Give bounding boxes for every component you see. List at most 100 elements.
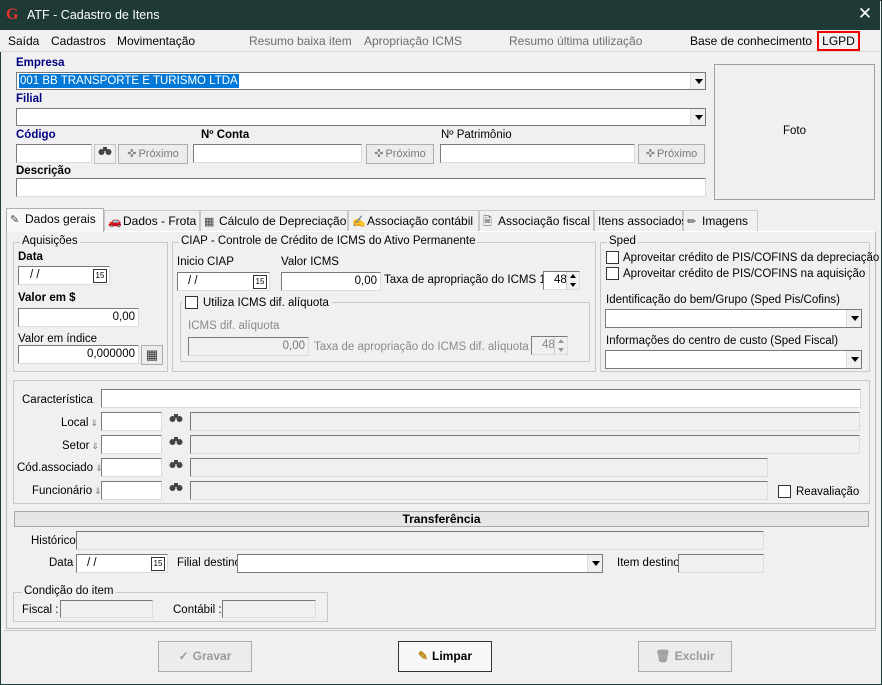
pis-cofins-aquisicao-checkbox[interactable] bbox=[606, 267, 619, 280]
codigo-proximo-button[interactable]: ✜ Próximo bbox=[118, 144, 188, 164]
historico-input bbox=[76, 531, 764, 550]
calendar-icon[interactable]: 15 bbox=[253, 275, 267, 289]
pencil-icon: ✎ bbox=[10, 214, 20, 226]
patrimonio-input[interactable] bbox=[440, 144, 635, 163]
indice-input[interactable]: 0,000000 bbox=[18, 345, 139, 364]
binoculars-icon[interactable] bbox=[165, 481, 187, 501]
ident-select[interactable] bbox=[605, 309, 862, 328]
excluir-button[interactable]: 🗑 Excluir bbox=[638, 641, 732, 672]
menu-cadastros[interactable]: Cadastros bbox=[51, 34, 106, 48]
paint-icon: ✏ bbox=[687, 216, 697, 228]
title-bar: G ATF - Cadastro de Itens ✕ bbox=[0, 0, 880, 30]
taxa-dif-spinner[interactable]: 48 bbox=[531, 336, 568, 355]
codigo-label: Código bbox=[16, 129, 56, 141]
photo-frame[interactable]: Foto bbox=[714, 64, 875, 200]
codigo-input[interactable] bbox=[16, 144, 92, 163]
binoculars-icon[interactable] bbox=[165, 435, 187, 455]
filial-destino-select[interactable] bbox=[237, 554, 603, 573]
chevron-down-icon[interactable] bbox=[846, 310, 861, 327]
tab-associacao-contabil[interactable]: ✍Associação contábil bbox=[348, 210, 479, 232]
info-cc-select[interactable] bbox=[605, 350, 862, 369]
cod-associado-input[interactable] bbox=[101, 458, 162, 477]
tab-dados-gerais[interactable]: ✎ Dados gerais bbox=[6, 208, 104, 232]
app-logo-icon: G bbox=[6, 6, 19, 23]
caracteristica-input[interactable] bbox=[101, 389, 861, 408]
chevron-down-icon[interactable] bbox=[846, 351, 861, 368]
foto-label: Foto bbox=[782, 125, 806, 137]
transferencia-header: Transferência bbox=[14, 511, 869, 527]
caracteristica-label: Característica bbox=[22, 394, 93, 406]
tab-imagens[interactable]: ✏ Imagens bbox=[683, 210, 758, 232]
spinner-arrows-icon[interactable] bbox=[566, 272, 579, 289]
fiscal-label: Fiscal : bbox=[22, 604, 59, 616]
transf-data-label: Data bbox=[49, 557, 74, 569]
setor-desc bbox=[190, 435, 860, 454]
transf-data-input[interactable]: / / 15 bbox=[76, 554, 168, 573]
tab-associacao-fiscal[interactable]: 🗎 Associação fiscal bbox=[479, 210, 594, 232]
tab-strip: ✎ Dados gerais 🚗Dados - Frota ▦ Cálculo de… bbox=[6, 208, 876, 232]
inicio-ciap-label: Inicio CIAP bbox=[177, 256, 234, 268]
valor-icms-input[interactable]: 0,00 bbox=[281, 272, 381, 291]
calendar-icon[interactable]: 15 bbox=[93, 269, 107, 283]
utiliza-icms-checkbox-row[interactable]: Utiliza ICMS dif. alíquota bbox=[182, 296, 332, 309]
chevron-down-icon[interactable] bbox=[587, 555, 602, 572]
pis-cofins-aquisicao-label: Aproveitar crédito de PIS/COFINS na aqui… bbox=[623, 267, 866, 280]
binoculars-icon[interactable] bbox=[165, 458, 187, 478]
taxa-label: Taxa de apropriação do ICMS 1/ bbox=[384, 274, 549, 286]
document-icon: 🗎 bbox=[483, 216, 492, 228]
valor-input[interactable]: 0,00 bbox=[18, 308, 139, 327]
tab-calculo-depreciacao[interactable]: ▦ Cálculo de Depreciação bbox=[200, 210, 348, 232]
conta-label: Nº Conta bbox=[201, 129, 250, 141]
conta-input[interactable] bbox=[193, 144, 362, 163]
local-input[interactable] bbox=[101, 412, 162, 431]
item-destino-label: Item destino bbox=[617, 557, 680, 569]
binoculars-icon[interactable] bbox=[94, 144, 116, 164]
calculator-icon[interactable]: ▦ bbox=[141, 345, 163, 365]
tab-dados-frota[interactable]: 🚗Dados - Frota bbox=[104, 210, 200, 232]
aquisicao-data-input[interactable]: / / 15 bbox=[18, 266, 110, 285]
menu-resumo-baixa[interactable]: Resumo baixa item bbox=[249, 34, 352, 48]
setor-input[interactable] bbox=[101, 435, 162, 454]
spinner-arrows-icon[interactable] bbox=[554, 337, 567, 354]
local-desc bbox=[190, 412, 860, 431]
chevron-down-icon[interactable] bbox=[690, 109, 705, 125]
sped-chk1-row[interactable]: Aproveitar crédito de PIS/COFINS da depr… bbox=[606, 251, 879, 264]
sped-chk2-row[interactable]: Aproveitar crédito de PIS/COFINS na aqui… bbox=[606, 267, 865, 280]
utiliza-icms-checkbox[interactable] bbox=[185, 296, 198, 309]
menu-base-conhecimento[interactable]: Base de conhecimento bbox=[690, 34, 812, 48]
menu-lgpd[interactable]: LGPD bbox=[817, 31, 860, 51]
check-icon: ✓ bbox=[178, 649, 189, 663]
inicio-ciap-input[interactable]: / / 15 bbox=[177, 272, 270, 291]
pis-cofins-depreciacao-checkbox[interactable] bbox=[606, 251, 619, 264]
gravar-button[interactable]: ✓ Gravar bbox=[158, 641, 252, 672]
funcionario-input[interactable] bbox=[101, 481, 162, 500]
filial-label: Filial bbox=[16, 93, 43, 105]
conta-proximo-button[interactable]: ✜ Próximo bbox=[366, 144, 434, 164]
descricao-input[interactable] bbox=[16, 178, 706, 197]
menu-movimentacao[interactable]: Movimentação bbox=[117, 34, 195, 48]
empresa-value: 001 BB TRANSPORTE E TURISMO LTDA bbox=[19, 74, 239, 88]
limpar-button[interactable]: ✎ Limpar bbox=[398, 641, 492, 672]
binoculars-icon[interactable] bbox=[165, 412, 187, 432]
close-icon[interactable]: ✕ bbox=[856, 4, 874, 24]
taxa-spinner[interactable]: 48 bbox=[543, 271, 580, 290]
menu-apropriacao-icms[interactable]: Apropriação ICMS bbox=[364, 34, 462, 48]
menu-resumo-ultima[interactable]: Resumo última utilização bbox=[509, 34, 642, 48]
calendar-icon[interactable]: 15 bbox=[151, 557, 165, 571]
tab-itens-associados[interactable]: Itens associados bbox=[594, 210, 687, 232]
sped-title: Sped bbox=[607, 235, 638, 247]
reavaliacao-checkbox[interactable] bbox=[778, 485, 791, 498]
menu-saida[interactable]: Saída bbox=[8, 34, 39, 48]
reavaliacao-row[interactable]: Reavaliação bbox=[778, 485, 859, 498]
empresa-select[interactable]: 001 BB TRANSPORTE E TURISMO LTDA bbox=[16, 72, 706, 90]
fiscal-field bbox=[60, 600, 153, 618]
utiliza-icms-label: Utiliza ICMS dif. alíquota bbox=[203, 296, 329, 309]
patrimonio-proximo-button[interactable]: ✜ Próximo bbox=[638, 144, 705, 164]
data-label: Data bbox=[18, 251, 43, 263]
filial-select[interactable] bbox=[16, 108, 706, 126]
chevron-down-icon[interactable] bbox=[690, 73, 705, 89]
icms-dif-input[interactable]: 0,00 bbox=[188, 337, 309, 356]
condicao-title: Condição do item bbox=[22, 585, 116, 597]
descricao-label: Descrição bbox=[16, 165, 71, 177]
empresa-label: Empresa bbox=[16, 57, 65, 69]
